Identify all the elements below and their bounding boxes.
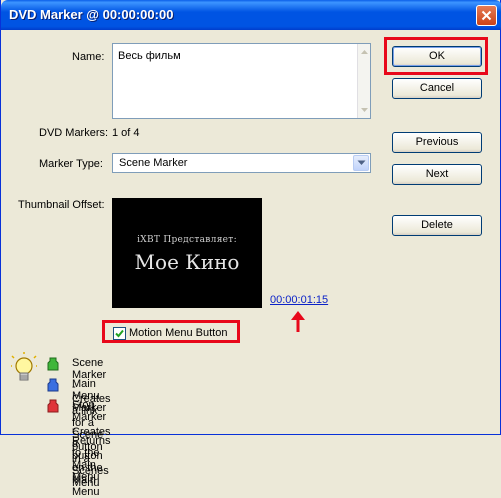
scene-marker-icon bbox=[47, 357, 59, 371]
stop-marker-icon bbox=[47, 399, 59, 413]
close-button[interactable] bbox=[476, 5, 497, 26]
previous-button[interactable]: Previous bbox=[392, 132, 482, 153]
marker-type-label: Marker Type: bbox=[39, 158, 103, 170]
marker-type-select[interactable]: Scene Marker bbox=[112, 153, 371, 173]
chevron-down-icon bbox=[357, 160, 365, 165]
dvd-marker-dialog: DVD Marker @ 00:00:00:00 Name: Весь филь… bbox=[0, 0, 501, 498]
scroll-up-icon[interactable] bbox=[359, 47, 370, 57]
dvd-markers-label: DVD Markers: bbox=[39, 127, 109, 139]
lightbulb-icon bbox=[11, 352, 37, 381]
marker-type-value: Scene Marker bbox=[119, 157, 188, 169]
scroll-down-icon[interactable] bbox=[359, 105, 370, 115]
delete-button[interactable]: Delete bbox=[392, 215, 482, 236]
thumbnail-caption: iXBT Представляет: bbox=[137, 235, 237, 245]
motion-menu-label[interactable]: Motion Menu Button bbox=[129, 327, 227, 339]
close-icon bbox=[481, 10, 492, 21]
checkmark-icon bbox=[115, 329, 124, 338]
thumbnail-offset-timecode[interactable]: 00:00:01:15 bbox=[270, 294, 328, 306]
ok-button[interactable]: OK bbox=[392, 46, 482, 67]
name-field[interactable]: Весь фильм bbox=[112, 43, 371, 119]
name-scrollbar[interactable] bbox=[357, 44, 370, 118]
name-label: Name: bbox=[72, 51, 105, 63]
legend-stop-text: Stop Marker - Returns to the Main Menu bbox=[72, 399, 111, 483]
name-value: Весь фильм bbox=[118, 50, 181, 62]
thumbnail-offset-label: Thumbnail Offset: bbox=[18, 199, 105, 211]
motion-menu-checkbox[interactable] bbox=[113, 327, 126, 340]
dvd-markers-count: 1 of 4 bbox=[112, 127, 140, 139]
annotation-arrow-icon bbox=[291, 311, 305, 332]
next-button[interactable]: Next bbox=[392, 164, 482, 185]
cancel-button[interactable]: Cancel bbox=[392, 78, 482, 99]
window-title: DVD Marker @ 00:00:00:00 bbox=[9, 7, 174, 22]
title-bar: DVD Marker @ 00:00:00:00 bbox=[1, 0, 501, 30]
thumbnail-preview: iXBT Представляет: Мое Кино bbox=[112, 198, 262, 308]
dropdown-button[interactable] bbox=[353, 155, 369, 171]
main-menu-marker-icon bbox=[47, 378, 59, 392]
thumbnail-title: Мое Кино bbox=[134, 250, 240, 274]
